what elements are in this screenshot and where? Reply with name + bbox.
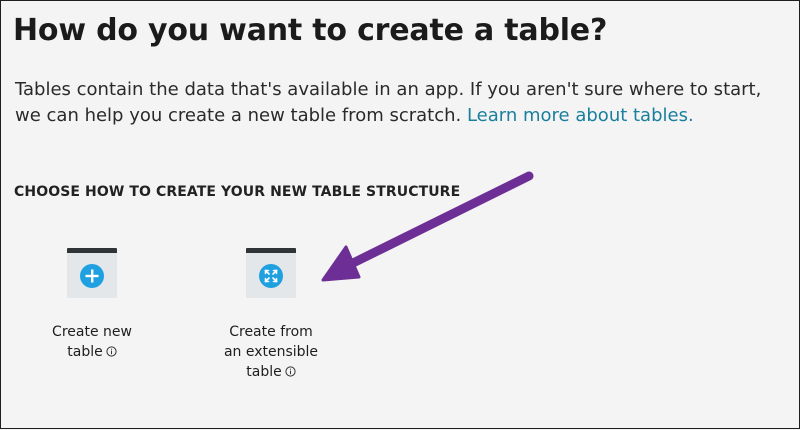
info-icon[interactable] [285,365,296,377]
description: Tables contain the data that's available… [15,77,790,129]
expand-icon [259,263,283,288]
dialog-frame: How do you want to create a table? Table… [0,0,800,429]
plus-icon [80,263,104,288]
create-new-table-tile[interactable] [67,248,117,298]
create-from-extensible-table-option[interactable]: Create from an extensible table [191,248,351,382]
section-label: CHOOSE HOW TO CREATE YOUR NEW TABLE STRU… [14,184,461,200]
option-label-line: Create from [229,324,313,340]
create-from-extensible-label: Create from an extensible table [191,322,351,382]
option-label-line: table [67,344,103,360]
option-label-line: table [246,364,282,380]
option-label-line: Create new [52,324,132,340]
annotation-arrow [321,171,534,282]
create-new-table-label: Create new table [12,322,172,362]
option-label-line: an extensible [223,344,319,360]
page-title: How do you want to create a table? [13,13,608,48]
create-new-table-option[interactable]: Create new table [12,248,172,362]
info-icon[interactable] [106,345,117,357]
learn-more-link[interactable]: Learn more about tables. [467,105,694,126]
create-from-extensible-tile[interactable] [246,248,296,298]
